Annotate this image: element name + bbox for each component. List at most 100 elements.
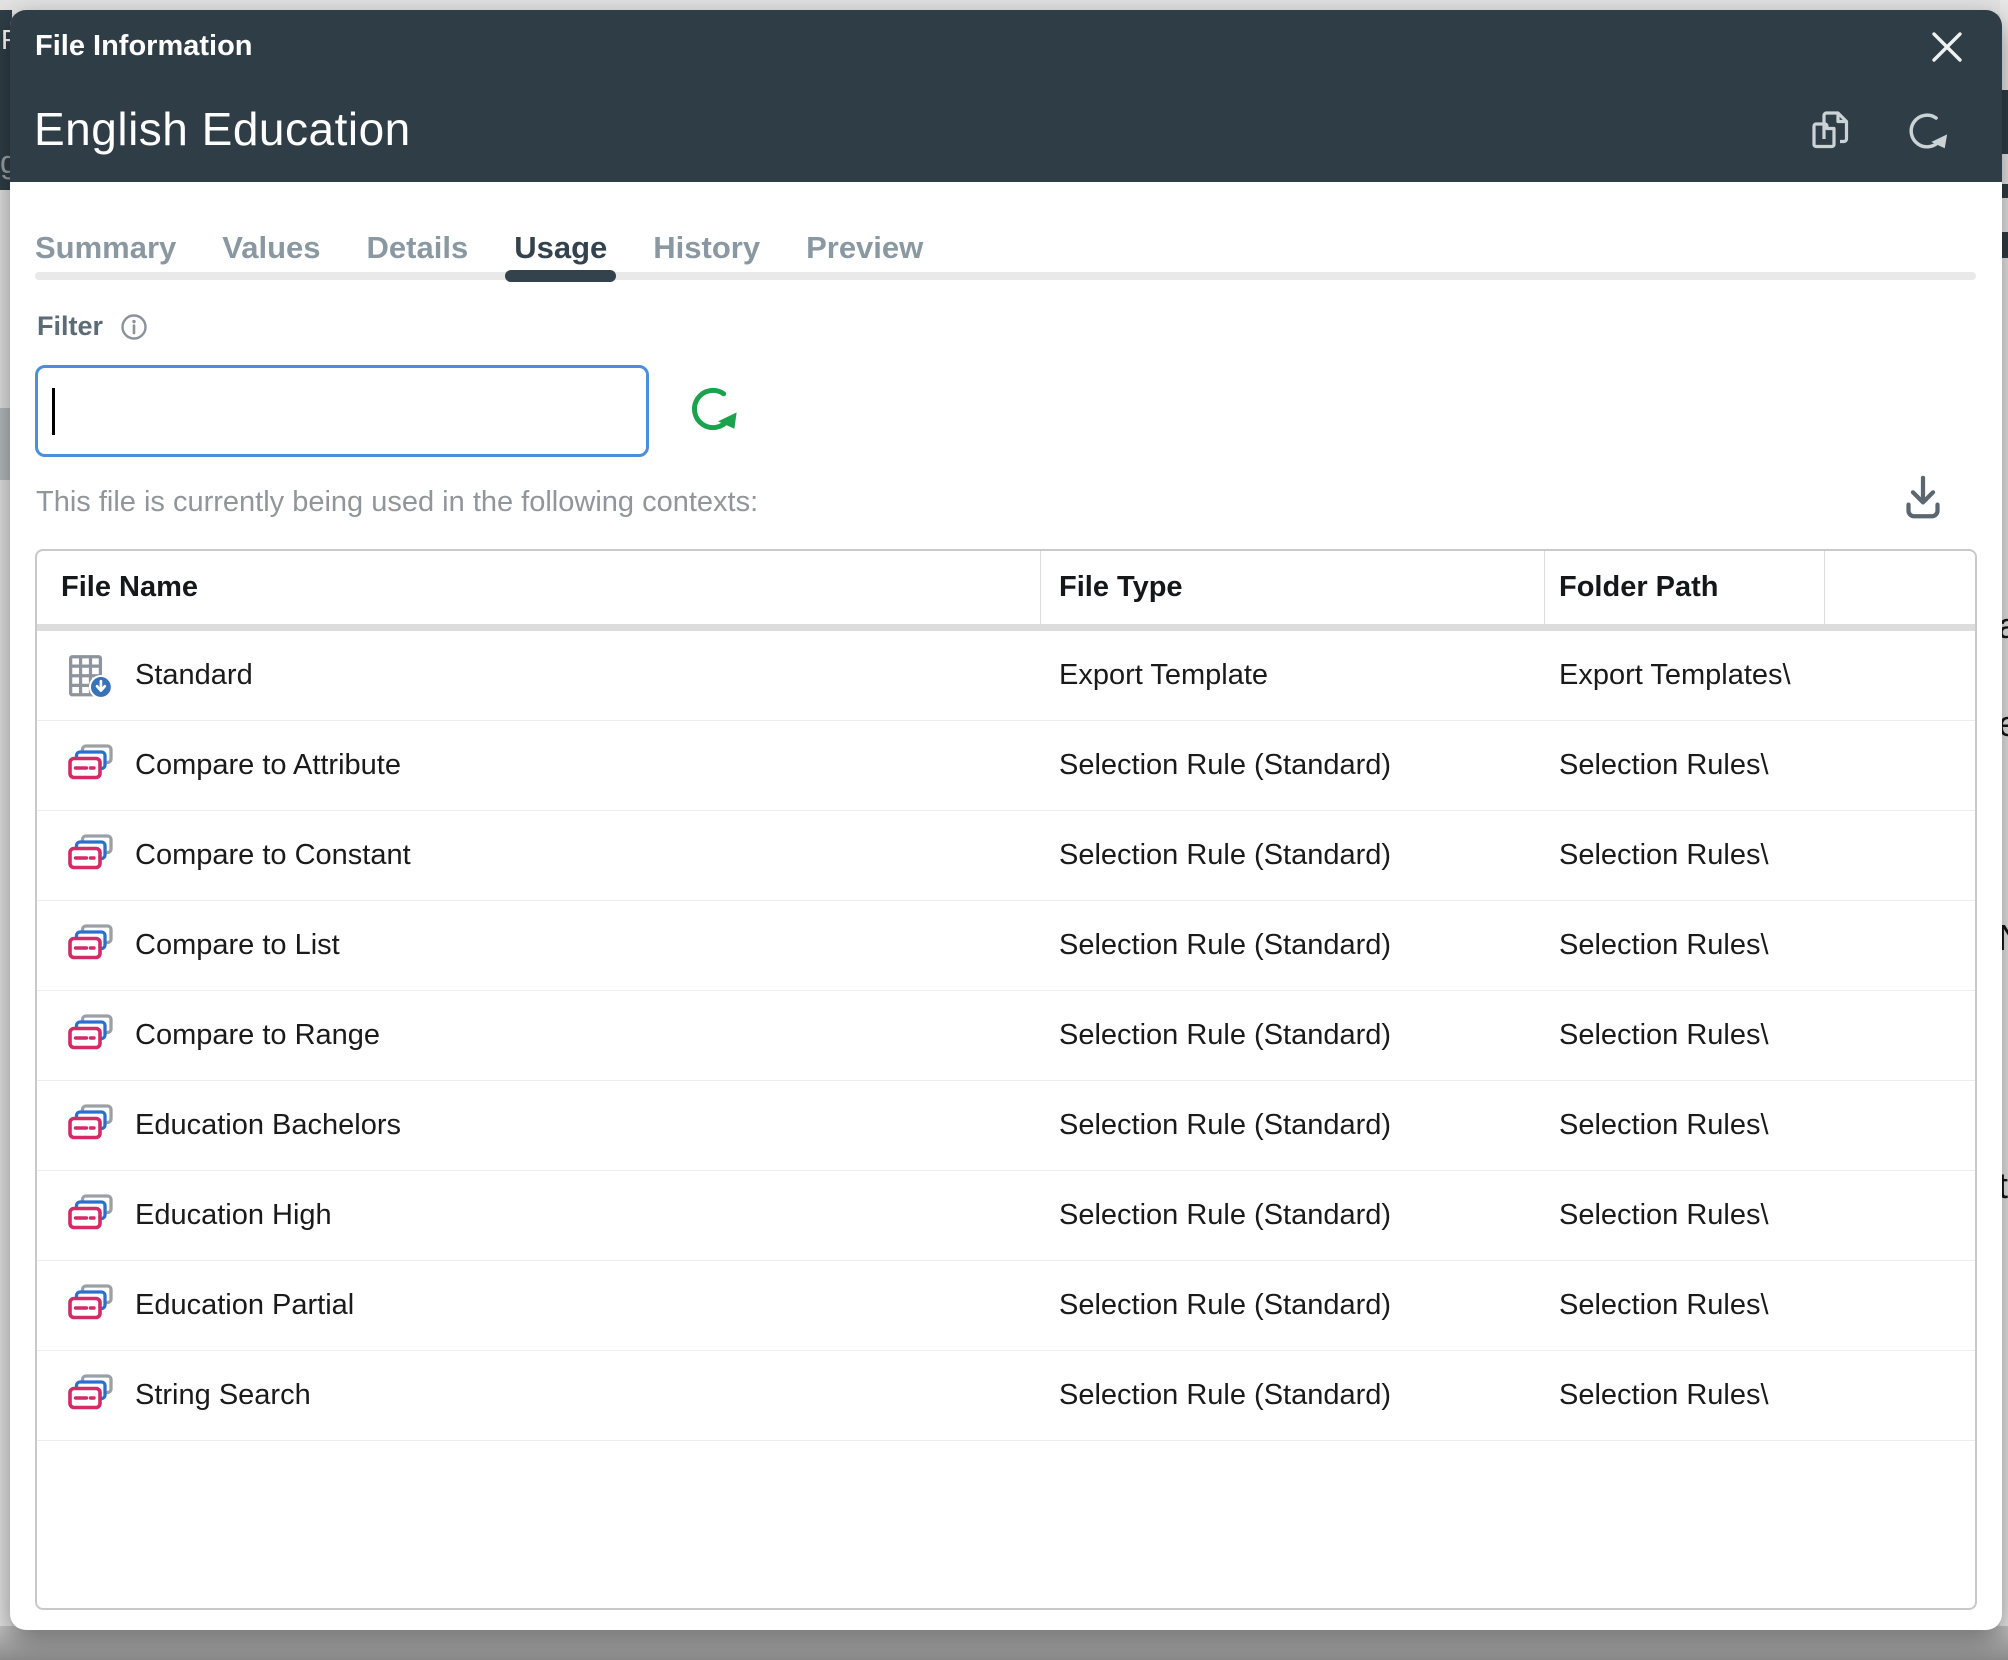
tab-usage[interactable]: Usage (514, 230, 607, 266)
file-icon-slot (67, 923, 115, 969)
info-icon (120, 313, 148, 341)
tab-history[interactable]: History (653, 230, 760, 266)
table-body: Standard Export Template Export Template… (37, 631, 1975, 1441)
file-name-text: Compare to Range (135, 1019, 380, 1052)
folder-path-cell: Export Templates\ (1545, 631, 1825, 720)
column-header-file-type: File Type (1041, 551, 1545, 624)
selection-rule-icon (67, 1103, 115, 1145)
reload-icon (1904, 108, 1950, 154)
file-type-cell: Export Template (1041, 631, 1545, 720)
tab-values[interactable]: Values (222, 230, 320, 266)
file-name-cell: Education Bachelors (37, 1081, 1041, 1170)
actions-cell (1825, 901, 1975, 990)
folder-path-cell: Selection Rules\ (1545, 1351, 1825, 1440)
selection-rule-icon (67, 1013, 115, 1055)
copy-file-button[interactable] (1808, 108, 1854, 154)
column-header-actions (1825, 551, 1975, 624)
export-template-icon (67, 653, 115, 699)
tab-label: Usage (514, 230, 607, 265)
export-list-button[interactable] (1894, 468, 1952, 530)
tab-preview[interactable]: Preview (806, 230, 923, 266)
table-row: Compare to Attribute Selection Rule (Sta… (37, 721, 1975, 811)
actions-cell (1825, 811, 1975, 900)
file-type-cell: Selection Rule (Standard) (1041, 1261, 1545, 1350)
actions-cell (1825, 631, 1975, 720)
actions-cell (1825, 1081, 1975, 1170)
copy-file-icon (1808, 108, 1854, 154)
selection-rule-icon (67, 743, 115, 785)
file-icon-slot (67, 1373, 115, 1419)
file-name-text: Compare to Constant (135, 839, 411, 872)
file-name-text: Standard (135, 659, 253, 692)
file-name-cell: String Search (37, 1351, 1041, 1440)
file-icon-slot (67, 1013, 115, 1059)
file-name-cell: Standard (37, 631, 1041, 720)
actions-cell (1825, 991, 1975, 1080)
refresh-icon (686, 382, 740, 436)
actions-cell (1825, 721, 1975, 810)
folder-path-cell: Selection Rules\ (1545, 1171, 1825, 1260)
table-row: Compare to List Selection Rule (Standard… (37, 901, 1975, 991)
tabs: Summary Values Details Usage History Pre… (35, 230, 923, 266)
background-sliver (2001, 232, 2008, 258)
column-header-file-name: File Name (37, 551, 1041, 624)
file-icon-slot (67, 1193, 115, 1239)
file-name-text: Compare to Attribute (135, 749, 401, 782)
filter-input[interactable] (35, 365, 649, 457)
folder-path-cell: Selection Rules\ (1545, 811, 1825, 900)
table-row: String Search Selection Rule (Standard) … (37, 1351, 1975, 1441)
selection-rule-icon (67, 833, 115, 875)
file-type-cell: Selection Rule (Standard) (1041, 1171, 1545, 1260)
file-icon-slot (67, 743, 115, 789)
file-icon-slot (67, 1283, 115, 1329)
tab-label: Summary (35, 230, 176, 265)
folder-path-cell: Selection Rules\ (1545, 991, 1825, 1080)
file-name-cell: Compare to Range (37, 991, 1041, 1080)
file-title: English Education (34, 102, 411, 156)
file-icon-slot (67, 653, 115, 699)
table-row: Education Bachelors Selection Rule (Stan… (37, 1081, 1975, 1171)
usage-table: File Name File Type Folder Path Standard… (35, 549, 1977, 1610)
file-name-cell: Education Partial (37, 1261, 1041, 1350)
dialog-kicker: File Information (35, 30, 253, 63)
folder-path-cell: Selection Rules\ (1545, 1261, 1825, 1350)
column-header-folder-path: Folder Path (1545, 551, 1825, 624)
tab-label: Preview (806, 230, 923, 265)
selection-rule-icon (67, 1373, 115, 1415)
file-type-cell: Selection Rule (Standard) (1041, 1081, 1545, 1170)
file-name-text: Education Partial (135, 1289, 354, 1322)
close-icon (1928, 28, 1966, 66)
download-icon (1894, 468, 1952, 530)
table-row: Education Partial Selection Rule (Standa… (37, 1261, 1975, 1351)
table-header-scrollbar[interactable] (37, 624, 1975, 631)
filter-info-button[interactable] (120, 313, 148, 341)
table-row: Compare to Range Selection Rule (Standar… (37, 991, 1975, 1081)
filter-row: Filter (37, 311, 148, 342)
file-type-cell: Selection Rule (Standard) (1041, 901, 1545, 990)
selection-rule-icon (67, 923, 115, 965)
actions-cell (1825, 1171, 1975, 1260)
table-header-row: File Name File Type Folder Path (37, 551, 1975, 624)
filter-label: Filter (37, 311, 103, 342)
tab-label: History (653, 230, 760, 265)
folder-path-cell: Selection Rules\ (1545, 721, 1825, 810)
reload-button[interactable] (1904, 108, 1950, 154)
filter-refresh-button[interactable] (686, 382, 740, 436)
table-row: Standard Export Template Export Template… (37, 631, 1975, 721)
page-background-bottom (0, 1626, 2008, 1660)
file-type-cell: Selection Rule (Standard) (1041, 991, 1545, 1080)
close-button[interactable] (1928, 28, 1966, 66)
tab-details[interactable]: Details (367, 230, 469, 266)
file-icon-slot (67, 833, 115, 879)
tab-summary[interactable]: Summary (35, 230, 176, 266)
folder-path-cell: Selection Rules\ (1545, 1081, 1825, 1170)
table-row: Education High Selection Rule (Standard)… (37, 1171, 1975, 1261)
file-type-cell: Selection Rule (Standard) (1041, 721, 1545, 810)
file-name-text: String Search (135, 1379, 311, 1412)
file-name-cell: Compare to Constant (37, 811, 1041, 900)
folder-path-cell: Selection Rules\ (1545, 901, 1825, 990)
dialog-header: File Information English Education (10, 10, 2002, 182)
table-row: Compare to Constant Selection Rule (Stan… (37, 811, 1975, 901)
file-type-cell: Selection Rule (Standard) (1041, 1351, 1545, 1440)
selection-rule-icon (67, 1193, 115, 1235)
